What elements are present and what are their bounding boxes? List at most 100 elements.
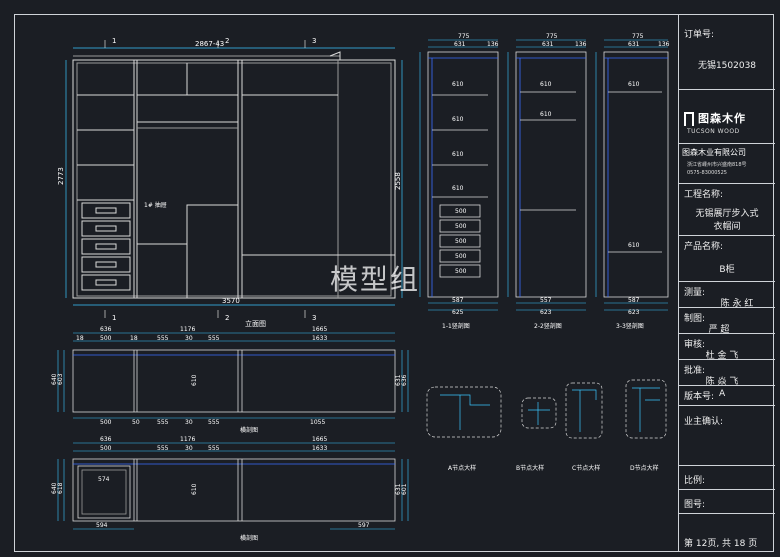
section2-title: 2-2竖剖图 xyxy=(534,322,562,330)
drawer-note: 1# 抽屉 xyxy=(144,201,167,209)
order-value: 无锡1502038 xyxy=(697,61,757,71)
plan2-right-dim2: 601 xyxy=(401,483,408,495)
section-1-1 xyxy=(427,51,499,298)
detail-views xyxy=(426,379,667,439)
section1-top-dim: 775 xyxy=(458,33,470,40)
product-value: B柜 xyxy=(719,265,735,275)
product-cell: 产品名称: B柜 xyxy=(679,236,775,282)
section2-bottom-dim2: 623 xyxy=(540,309,552,316)
plan2-bottom-right: 597 xyxy=(358,522,370,529)
watermark-text: 模型组 xyxy=(330,263,421,296)
elevation-section-marks xyxy=(104,40,306,318)
section-mark-3-bottom: 3 xyxy=(312,314,316,322)
section2-shelf-dim: 610 xyxy=(540,81,552,88)
company-phone: 0575-83000525 xyxy=(687,170,727,176)
section3-top-dim3: 136 xyxy=(658,41,670,48)
section2-top-dim: 775 xyxy=(546,33,558,40)
plan2-left-dim2: 618 xyxy=(57,482,64,494)
section1-drawer-dim: 500 xyxy=(455,268,467,275)
section1-bottom-dim2: 625 xyxy=(452,309,464,316)
order-label: 订单号: xyxy=(684,30,715,40)
plan1-dim: 18 xyxy=(130,335,138,342)
plan2-dim-lines xyxy=(57,442,409,530)
plan-view-2 xyxy=(72,458,396,522)
scale-cell: 比例: xyxy=(679,466,775,490)
product-label: 产品名称: xyxy=(684,242,724,252)
brand-cn: 图森木作 xyxy=(698,112,746,125)
plan1-left-dim2: 603 xyxy=(57,373,64,385)
project-value-2: 衣帽间 xyxy=(713,222,741,232)
plan1-dim: 1633 xyxy=(312,335,327,342)
section2-bottom-dim: 557 xyxy=(540,297,552,304)
section3-title: 3-3竖剖图 xyxy=(616,322,644,330)
elevation-left-height: 2773 xyxy=(57,167,65,185)
plan2-dim: 500 xyxy=(100,445,112,452)
company-address: 浙江省嵊州市兴盛南818号 xyxy=(687,162,747,168)
review-cell: 审核: 杜 金 飞 xyxy=(679,334,775,361)
plan2-inner-dim: 610 xyxy=(191,483,198,495)
detail-a-label: A节点大样 xyxy=(448,464,476,472)
plan1-right-dim2: 636 xyxy=(401,374,408,386)
elevation-width-dim: 3570 xyxy=(222,297,240,305)
section2-shelf-dim: 610 xyxy=(540,111,552,118)
section2-top-dim3: 136 xyxy=(575,41,587,48)
detail-d-label: D节点大样 xyxy=(630,464,659,472)
section3-top-dim: 775 xyxy=(632,33,644,40)
brand-logo-icon xyxy=(684,112,694,126)
section1-drawer-dim: 500 xyxy=(455,253,467,260)
elevation-right-height: 2558 xyxy=(394,172,402,190)
section-2-2 xyxy=(515,51,587,298)
plan2-title: 横剖图 xyxy=(240,534,258,542)
elevation-top-dim: 2867-43 xyxy=(195,40,224,48)
plan1-bottom-dim: 500 xyxy=(100,419,112,426)
section3-bottom-dim2: 623 xyxy=(628,309,640,316)
elevation-title: 立面图 xyxy=(245,319,266,328)
approve-cell: 批准: 陈 焱 飞 xyxy=(679,360,775,387)
section1-shelf-dim: 610 xyxy=(452,185,464,192)
drawing-no-label: 图号: xyxy=(684,500,706,510)
plan1-inner-dim: 610 xyxy=(191,374,198,386)
section-mark-2-bottom: 2 xyxy=(225,314,229,322)
plan2-dim: 30 xyxy=(185,445,193,452)
section-mark-1-bottom: 1 xyxy=(112,314,116,322)
section3-shelf-dim: 610 xyxy=(628,242,640,249)
plan1-dim-1665: 1665 xyxy=(312,326,327,333)
plan2-dim-636: 636 xyxy=(100,436,112,443)
version-value: A xyxy=(719,389,726,399)
section3-top-dim2: 631 xyxy=(628,41,640,48)
plan1-bottom-dim: 555 xyxy=(157,419,169,426)
plan1-dim: 555 xyxy=(157,335,169,342)
company-name: 图森木业有限公司 xyxy=(682,148,746,157)
plan1-dim: 30 xyxy=(185,335,193,342)
section-mark-2-top: 2 xyxy=(225,37,229,45)
plan2-dim-1176: 1176 xyxy=(180,436,195,443)
version-label: 版本号: xyxy=(684,392,715,402)
plan1-dim: 500 xyxy=(100,335,112,342)
plan1-title: 横剖图 xyxy=(240,426,258,434)
survey-cell: 测量: 陈 永 红 xyxy=(679,282,775,309)
plan1-dim-lines xyxy=(57,332,409,419)
section-3-3 xyxy=(603,51,669,298)
plan1-bottom-dim: 30 xyxy=(185,419,193,426)
project-cell: 工程名称: 无锡展厅步入式 衣帽间 xyxy=(679,184,775,236)
plan2-dim: 555 xyxy=(208,445,220,452)
owner-cell: 业主确认: xyxy=(679,406,775,466)
drawn-cell: 制图: 严 超 xyxy=(679,308,775,335)
plan1-dim-1176: 1176 xyxy=(180,326,195,333)
plan1-dim: 18 xyxy=(76,335,84,342)
section1-shelf-dim: 610 xyxy=(452,151,464,158)
detail-c-label: C节点大样 xyxy=(572,464,600,472)
section1-top-dim2: 631 xyxy=(454,41,466,48)
brand-cell: 图森木作 TUCSON WOOD xyxy=(679,90,775,144)
plan-view-1 xyxy=(72,349,396,413)
plan2-dim-1665: 1665 xyxy=(312,436,327,443)
section1-shelf-dim: 610 xyxy=(452,116,464,123)
project-label: 工程名称: xyxy=(684,190,724,200)
owner-label: 业主确认: xyxy=(684,417,724,427)
order-cell: 订单号: 无锡1502038 xyxy=(679,14,775,90)
plan2-dim: 1633 xyxy=(312,445,327,452)
drawing-no-cell: 图号: xyxy=(679,490,775,514)
section3-shelf-dim: 610 xyxy=(628,81,640,88)
plan2-bottom-left: 594 xyxy=(96,522,108,529)
title-block: 订单号: 无锡1502038 图森木作 TUCSON WOOD 图森木业有限公司… xyxy=(678,14,775,552)
